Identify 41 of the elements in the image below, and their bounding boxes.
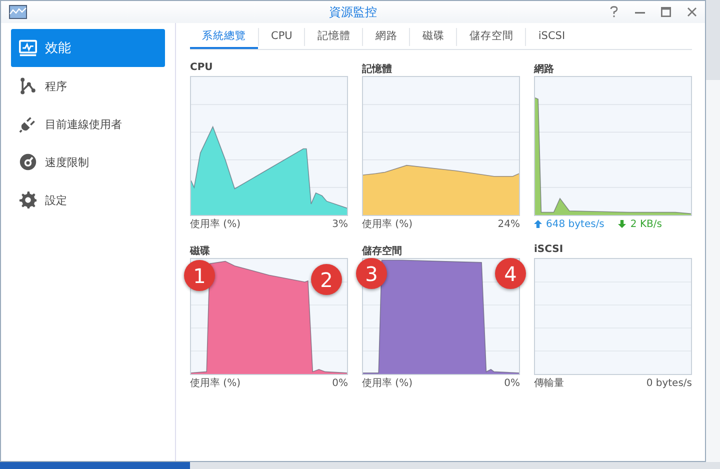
metric-value: 0% [504,378,520,388]
close-icon[interactable] [687,6,697,18]
tab[interactable]: iSCSI [526,25,578,49]
sidebar-item[interactable]: 設定 [11,181,165,219]
branch-icon [19,77,37,95]
metric-value: 0% [332,378,348,388]
help-icon[interactable] [609,6,619,18]
metric-label: 傳輸量 [534,377,564,390]
window-title: 資源監控 [328,4,378,20]
gauge-icon [19,153,37,171]
tab[interactable]: 磁碟 [410,25,456,49]
tab[interactable]: CPU [259,25,304,49]
tab[interactable]: 網路 [363,25,410,49]
chart-title: 儲存空間 [362,244,403,258]
metric-label: 使用率 (%) [362,218,412,231]
down-arrow-icon [618,220,626,228]
chart-title: CPU [190,62,214,75]
maximize-icon[interactable] [661,6,671,18]
up-arrow-icon [534,220,542,228]
metric-value: 3% [332,218,348,230]
upload-speed: 648 bytes/s [546,218,604,230]
metric-label: 使用率 (%) [190,218,240,231]
plug-icon [19,115,37,133]
sidebar-item[interactable]: 速度限制 [11,143,165,181]
metric-label: 使用率 (%) [362,376,412,390]
monitor-icon [9,5,27,19]
chart-title: 記憶體 [362,62,393,76]
chart-title: 網路 [534,62,555,76]
chart-title: iSCSI [534,244,564,257]
chart-title: 磁碟 [190,244,211,258]
sidebar-item[interactable]: 目前連線使用者 [11,105,165,143]
tab[interactable]: 儲存空間 [457,25,526,49]
download-speed: 2 KB/s [630,218,662,230]
chart-icon [19,39,37,57]
metric-value: 0 bytes/s [646,378,692,388]
sidebar-item[interactable]: 程序 [11,67,165,105]
sidebar-item[interactable]: 效能 [11,29,165,67]
tab[interactable]: 記憶體 [305,25,362,49]
settings-icon [19,191,37,209]
metric-value: 24% [498,218,520,230]
metric-label: 使用率 (%) [190,376,240,390]
